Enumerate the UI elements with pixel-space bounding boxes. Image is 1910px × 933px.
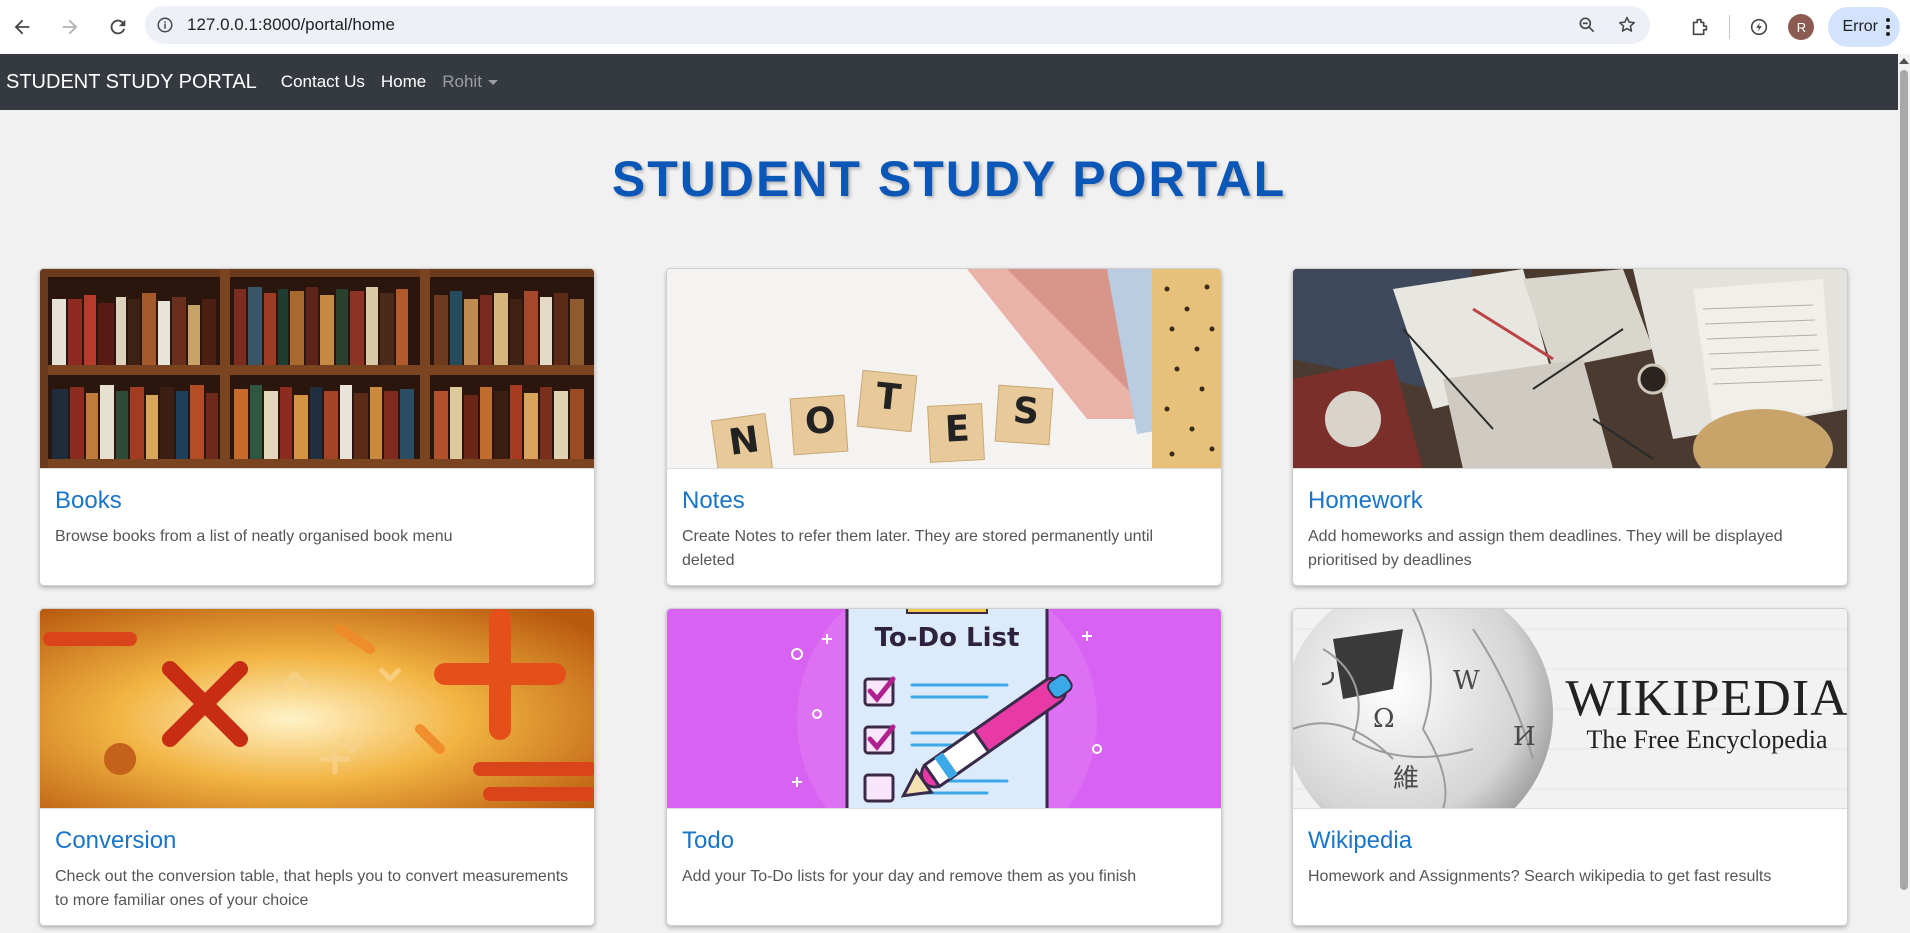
more-menu-icon <box>1886 18 1890 36</box>
tile-letter: E <box>943 408 971 451</box>
svg-text:維: 維 <box>1393 764 1419 794</box>
zoom-icon[interactable] <box>1574 12 1600 38</box>
wikipedia-image: Ω W И 維 ر WIKIPEDIA The Free Encyclopedia <box>1293 609 1847 809</box>
card-notes[interactable]: N O T E S Notes Create Notes to refer th… <box>666 268 1222 586</box>
error-button[interactable]: Error <box>1828 7 1900 47</box>
navbar-brand[interactable]: STUDENT STUDY PORTAL <box>6 71 257 94</box>
todo-image: To-Do List <box>667 609 1221 809</box>
wikipedia-wordmark: WIKIPEDIA <box>1565 670 1847 727</box>
card-text: Homework and Assignments? Search wikiped… <box>1308 868 1772 885</box>
profile-avatar[interactable]: R <box>1788 14 1815 40</box>
card-text: Add your To-Do lists for your day and re… <box>682 868 1137 885</box>
url-text[interactable]: 127.0.0.1:8000/portal/home <box>187 15 395 35</box>
scroll-up-icon[interactable] <box>1899 58 1909 64</box>
notes-image: N O T E S <box>667 269 1221 469</box>
caret-down-icon <box>487 80 498 86</box>
tile-letter: N <box>726 419 762 464</box>
reload-icon <box>110 19 126 35</box>
extensions-icon[interactable] <box>1685 12 1715 42</box>
card-title[interactable]: Homework <box>1308 487 1847 515</box>
scroll-thumb[interactable] <box>1900 70 1908 890</box>
user-dropdown[interactable]: Rohit <box>442 72 498 92</box>
card-wikipedia[interactable]: Ω W И 維 ر WIKIPEDIA The Free Encyclopedia Wi… <box>1292 608 1848 926</box>
todo-image-heading: To-Do List <box>874 623 1020 653</box>
notes-tile-letters: N O T E S <box>667 269 1221 468</box>
performance-icon[interactable] <box>1744 12 1774 42</box>
nav-link-contact[interactable]: Contact Us <box>281 72 365 92</box>
svg-text:ر: ر <box>1321 656 1336 686</box>
user-name: Rohit <box>442 72 482 91</box>
site-info-icon[interactable] <box>155 15 175 35</box>
conversion-image <box>40 609 594 809</box>
svg-text:И: И <box>1513 722 1536 752</box>
tile-letter: S <box>1011 390 1041 433</box>
card-conversion[interactable]: Conversion Check out the conversion tabl… <box>39 608 595 926</box>
error-label: Error <box>1842 18 1878 35</box>
card-title[interactable]: Notes <box>682 487 1221 515</box>
tile-letter: T <box>873 375 903 420</box>
back-button[interactable] <box>4 9 40 45</box>
address-bar[interactable]: 127.0.0.1:8000/portal/home <box>145 6 1650 44</box>
card-todo[interactable]: To-Do List Todo Add your To-Do lists for… <box>666 608 1222 926</box>
books-image <box>40 269 594 469</box>
homework-image <box>1293 269 1847 469</box>
card-text: Create Notes to refer them later. They a… <box>682 528 1154 569</box>
card-title[interactable]: Conversion <box>55 827 594 855</box>
svg-text:W: W <box>1453 666 1480 696</box>
card-title[interactable]: Todo <box>682 827 1221 855</box>
card-books[interactable]: Books Browse books from a list of neatly… <box>39 268 595 586</box>
reload-button[interactable] <box>100 9 136 45</box>
wikipedia-tagline: The Free Encyclopedia <box>1586 725 1828 754</box>
page-scrollbar[interactable] <box>1898 54 1910 933</box>
card-text: Check out the conversion table, that hep… <box>55 868 569 909</box>
arrow-left-icon <box>14 19 30 35</box>
svg-text:Ω: Ω <box>1373 704 1395 734</box>
tile-letter: O <box>803 399 838 444</box>
card-homework[interactable]: Homework Add homeworks and assign them d… <box>1292 268 1848 586</box>
card-text: Browse books from a list of neatly organ… <box>55 528 453 545</box>
card-title[interactable]: Books <box>55 487 594 515</box>
arrow-right-icon <box>62 19 78 35</box>
bookmark-star-icon[interactable] <box>1614 12 1640 38</box>
page-title: STUDENT STUDY PORTAL <box>611 151 1287 207</box>
browser-toolbar: 127.0.0.1:8000/portal/home R Error <box>0 0 1910 54</box>
card-title[interactable]: Wikipedia <box>1308 827 1847 855</box>
forward-button[interactable] <box>52 9 88 45</box>
nav-link-home[interactable]: Home <box>381 72 426 92</box>
card-text: Add homeworks and assign them deadlines.… <box>1308 528 1783 569</box>
site-navbar: STUDENT STUDY PORTAL Contact Us Home Roh… <box>0 54 1898 110</box>
toolbar-divider <box>1729 15 1731 39</box>
